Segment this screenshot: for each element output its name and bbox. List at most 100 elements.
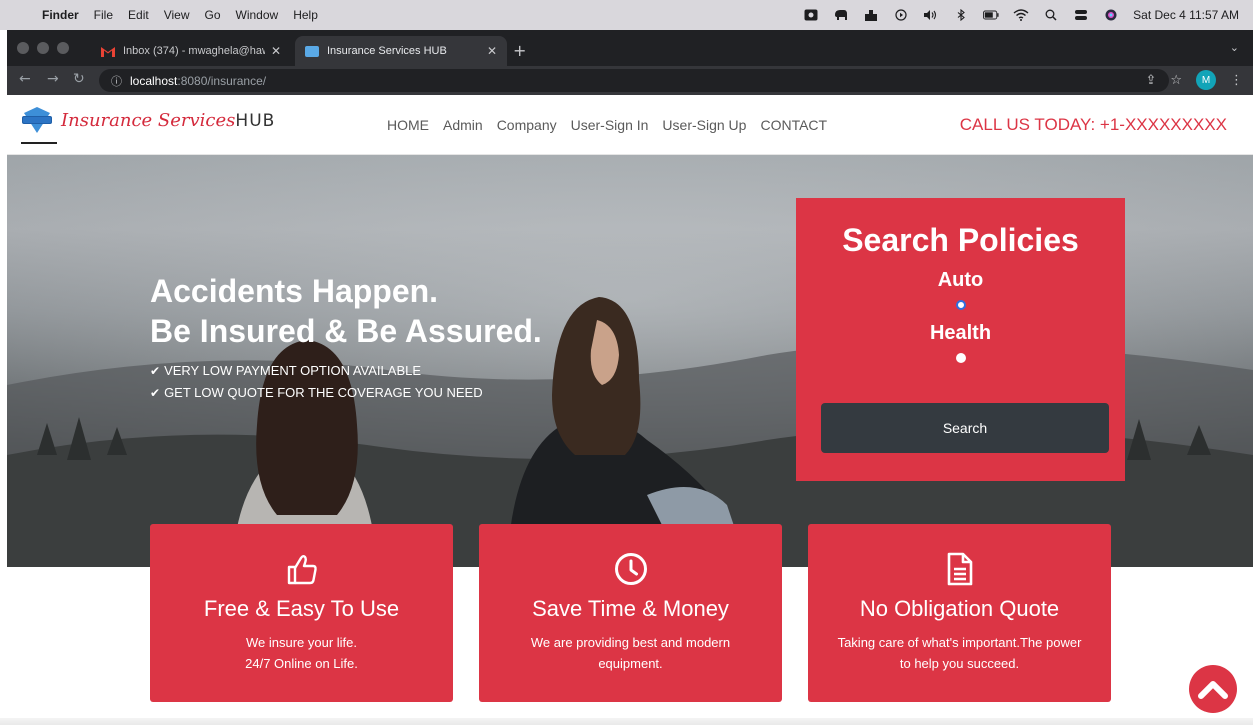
page-bottom-edge xyxy=(0,718,1253,725)
spotlight-search-icon[interactable] xyxy=(1043,8,1059,22)
option-health-label[interactable]: Health xyxy=(796,322,1125,345)
radio-auto[interactable] xyxy=(955,300,966,310)
nav-user-sign-up[interactable]: User-Sign Up xyxy=(662,117,746,133)
feature-line: 24/7 Online on Life. xyxy=(245,656,358,671)
bluetooth-icon[interactable] xyxy=(953,8,969,22)
close-tab-icon[interactable]: ✕ xyxy=(271,44,281,58)
url-path: :8080/insurance/ xyxy=(177,73,267,88)
tab-label: Insurance Services HUB xyxy=(327,45,447,57)
bookmark-star-icon[interactable]: ☆ xyxy=(1170,73,1182,88)
new-tab-icon[interactable]: + xyxy=(513,41,526,60)
insurance-shield-icon xyxy=(21,105,53,135)
logo-underline xyxy=(21,142,57,144)
insurance-favicon-icon xyxy=(305,45,319,57)
close-window-button[interactable] xyxy=(17,42,29,54)
feature-line: We are providing best and modern xyxy=(530,635,731,650)
menu-help[interactable]: Help xyxy=(293,8,318,22)
battery-icon[interactable] xyxy=(983,8,999,22)
feature-line: to help you succeed. xyxy=(899,656,1020,671)
siri-icon[interactable] xyxy=(1103,8,1119,22)
browser-toolbar: ← → ↻ ⓘ localhost:8080/insurance/ ⇪ ☆ M … xyxy=(7,66,1253,95)
tab-gmail[interactable]: Inbox (374) - mwaghela@hawk ✕ xyxy=(91,36,291,66)
document-icon xyxy=(945,552,975,591)
feature-title: Free & Easy To Use xyxy=(203,596,400,621)
chevron-down-icon[interactable]: ⌄ xyxy=(1230,41,1239,54)
logo-script: Insurance Services xyxy=(61,109,236,131)
nav-user-sign-in[interactable]: User-Sign In xyxy=(571,117,649,133)
thumbs-up-icon xyxy=(285,552,319,591)
option-auto-label[interactable]: Auto xyxy=(796,269,1125,292)
radio-health[interactable] xyxy=(955,353,966,363)
screen-record-icon[interactable] xyxy=(803,8,819,22)
main-nav: HOME Admin Company User-Sign In User-Sig… xyxy=(387,117,827,133)
share-icon[interactable]: ⇪ xyxy=(1145,73,1156,88)
menu-app-name[interactable]: Finder xyxy=(42,8,79,22)
control-center-icon[interactable] xyxy=(1073,8,1089,22)
logo-hub: HUB xyxy=(235,110,276,131)
menu-edit[interactable]: Edit xyxy=(128,8,149,22)
feature-card-free-easy: Free & Easy To Use We insure your life. … xyxy=(150,524,453,702)
zoom-window-button[interactable] xyxy=(57,42,69,54)
profile-avatar[interactable]: M xyxy=(1196,70,1216,90)
gmail-icon xyxy=(101,46,115,57)
menu-clock[interactable]: Sat Dec 4 11:57 AM xyxy=(1133,8,1239,22)
menu-go[interactable]: Go xyxy=(205,8,221,22)
feature-line: equipment. xyxy=(598,656,663,671)
checkmark-icon: ✔ xyxy=(150,386,161,400)
upload-icon[interactable] xyxy=(863,8,879,22)
close-tab-icon[interactable]: ✕ xyxy=(487,44,497,58)
nav-contact[interactable]: CONTACT xyxy=(760,117,827,133)
feature-line: We insure your life. xyxy=(245,635,358,650)
address-bar[interactable]: ⓘ localhost:8080/insurance/ xyxy=(99,69,1169,92)
back-arrow-icon[interactable]: ← xyxy=(19,71,31,87)
screen: Finder File Edit View Go Window Help Sat… xyxy=(0,0,1253,725)
tab-label: Inbox (374) - mwaghela@hawk xyxy=(123,45,265,57)
benefit-text: VERY LOW PAYMENT OPTION AVAILABLE xyxy=(164,363,422,378)
site-logo[interactable]: Insurance ServicesHUB xyxy=(21,105,275,135)
feature-line: Taking care of what's important.The powe… xyxy=(837,635,1082,650)
toolbar-actions: ⇪ ☆ M ⋮ xyxy=(1145,70,1243,90)
search-button[interactable]: Search xyxy=(821,403,1109,453)
hero-headline-line1: Accidents Happen. xyxy=(150,273,439,309)
hero-benefits: ✔ VERY LOW PAYMENT OPTION AVAILABLE ✔ GET … xyxy=(150,360,483,404)
nav-admin[interactable]: Admin xyxy=(443,117,483,133)
feature-description: We insure your life. 24/7 Online on Life… xyxy=(160,632,443,674)
tab-insurance-hub[interactable]: Insurance Services HUB ✕ xyxy=(295,36,507,66)
clock-icon xyxy=(614,552,648,591)
scroll-to-top-button[interactable] xyxy=(1189,665,1237,713)
hero-headline: Accidents Happen. Be Insured & Be Assure… xyxy=(150,271,542,351)
call-us-phone[interactable]: CALL US TODAY: +1-XXXXXXXXX xyxy=(960,115,1227,135)
logo-wordmark: Insurance ServicesHUB xyxy=(61,110,275,131)
search-policies-panel: Search Policies Auto Health Search xyxy=(796,198,1125,481)
checkmark-icon: ✔ xyxy=(150,364,161,378)
search-policies-title: Search Policies xyxy=(842,222,1079,258)
wifi-icon[interactable] xyxy=(1013,8,1029,22)
benefit-text: GET LOW QUOTE FOR THE COVERAGE YOU NEED xyxy=(164,385,483,400)
list-item: ✔ GET LOW QUOTE FOR THE COVERAGE YOU NEED xyxy=(150,382,483,404)
volume-icon[interactable] xyxy=(923,8,939,22)
site-info-icon[interactable]: ⓘ xyxy=(111,73,122,89)
url-host: localhost xyxy=(130,73,178,88)
feature-title: No Obligation Quote xyxy=(859,596,1060,621)
feature-card-save-time: Save Time & Money We are providing best … xyxy=(479,524,782,702)
menu-file[interactable]: File xyxy=(94,8,113,22)
play-circle-icon[interactable] xyxy=(893,8,909,22)
hero-headline-line2: Be Insured & Be Assured. xyxy=(150,313,542,349)
feature-card-no-obligation: No Obligation Quote Taking care of what'… xyxy=(808,524,1111,702)
nav-home[interactable]: HOME xyxy=(387,117,429,133)
forward-arrow-icon[interactable]: → xyxy=(47,71,59,87)
macos-menu-bar: Finder File Edit View Go Window Help Sat… xyxy=(0,0,1253,30)
feature-title: Save Time & Money xyxy=(532,596,729,621)
site-header: Insurance ServicesHUB HOME Admin Company… xyxy=(7,95,1253,155)
list-item: ✔ VERY LOW PAYMENT OPTION AVAILABLE xyxy=(150,360,483,382)
minimize-window-button[interactable] xyxy=(37,42,49,54)
nav-company[interactable]: Company xyxy=(497,117,557,133)
feature-description: We are providing best and modern equipme… xyxy=(489,632,772,674)
elephant-icon[interactable] xyxy=(833,8,849,22)
browser-tab-strip: Inbox (374) - mwaghela@hawk ✕ Insurance … xyxy=(7,30,1253,66)
feature-description: Taking care of what's important.The powe… xyxy=(818,632,1101,674)
menu-window[interactable]: Window xyxy=(236,8,279,22)
reload-icon[interactable]: ↻ xyxy=(73,71,85,87)
menu-view[interactable]: View xyxy=(164,8,190,22)
more-menu-icon[interactable]: ⋮ xyxy=(1230,73,1243,88)
